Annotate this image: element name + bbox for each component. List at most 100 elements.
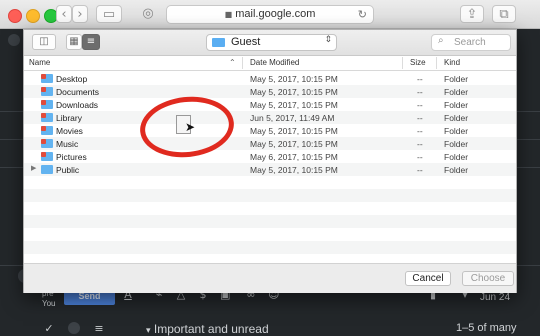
row-kind: Folder	[444, 100, 469, 110]
cancel-button[interactable]: Cancel	[405, 271, 451, 286]
sidebar-toggle-button[interactable]: ▭	[96, 5, 122, 23]
close-window-button[interactable]	[8, 9, 22, 23]
file-row-desktop[interactable]: Desktop May 5, 2017, 10:15 PM -- Folder	[24, 72, 516, 85]
shield-button[interactable]: ◎	[136, 5, 160, 23]
file-chooser-dialog: ◫ ▦ ≡ Guest ⇕ ⌕ Search Name ⌃ Date Modif…	[23, 29, 517, 293]
file-row-documents[interactable]: Documents May 5, 2017, 10:15 PM -- Folde…	[24, 85, 516, 98]
sidebar-icon: ◫	[39, 36, 49, 47]
row-kind: Folder	[444, 126, 469, 136]
folder-icon	[41, 152, 53, 161]
empty-row	[24, 202, 516, 215]
folder-icon	[41, 126, 53, 135]
search-icon: ⌕	[438, 35, 444, 46]
row-size: --	[417, 139, 423, 149]
checkbox-icon[interactable]: ✓	[44, 322, 54, 336]
column-separator[interactable]	[402, 57, 403, 69]
file-row-library[interactable]: Library Jun 5, 2017, 11:49 AM -- Folder	[24, 111, 516, 124]
row-date: May 5, 2017, 10:15 PM	[250, 139, 338, 149]
empty-row	[24, 176, 516, 189]
sidebar-view-button[interactable]: ◫	[32, 34, 56, 50]
row-date: May 5, 2017, 10:15 PM	[250, 100, 338, 110]
folder-icon	[41, 74, 53, 83]
dialog-footer: Cancel Choose	[24, 263, 516, 293]
sort-chevron-icon: ⌃	[229, 58, 236, 67]
message-count: 1–5 of many	[456, 322, 517, 334]
folder-icon	[41, 100, 53, 109]
column-separator[interactable]	[242, 57, 243, 69]
search-field[interactable]: ⌕ Search	[431, 34, 511, 51]
tabs-button[interactable]: ⧉	[492, 5, 516, 23]
address-text: mail.google.com	[235, 8, 316, 20]
back-button[interactable]: ‹	[56, 5, 72, 23]
tabs-icon: ⧉	[499, 7, 509, 22]
icon-view-button[interactable]: ▦	[66, 34, 82, 50]
row-date: Jun 5, 2017, 11:49 AM	[250, 113, 335, 123]
row-size: --	[417, 100, 423, 110]
row-kind: Folder	[444, 165, 469, 175]
file-row-public[interactable]: ▶ Public May 5, 2017, 10:15 PM -- Folder	[24, 163, 516, 176]
share-button[interactable]: ⇪	[460, 5, 484, 23]
column-header-name[interactable]: Name	[29, 58, 50, 67]
file-row-pictures[interactable]: Pictures May 6, 2017, 10:15 PM -- Folder	[24, 150, 516, 163]
row-name: Pictures	[56, 152, 87, 162]
row-name: Desktop	[56, 74, 88, 84]
disclosure-triangle-icon[interactable]: ▶	[31, 164, 36, 172]
empty-row	[24, 228, 516, 241]
column-header-size[interactable]: Size	[410, 58, 426, 67]
dialog-toolbar: ◫ ▦ ≡ Guest ⇕ ⌕ Search	[24, 30, 516, 56]
account-icon[interactable]	[68, 322, 80, 334]
row-name: Library	[56, 113, 82, 123]
updown-arrows-icon: ⇕	[324, 35, 332, 45]
row-name: Movies	[56, 126, 83, 136]
row-name: Public	[56, 165, 80, 175]
empty-row	[24, 189, 516, 202]
column-header-date[interactable]: Date Modified	[250, 58, 299, 67]
row-name: Downloads	[56, 100, 99, 110]
reload-icon[interactable]: ↻	[358, 6, 367, 23]
section-header[interactable]: ▾ Important and unread	[146, 322, 269, 336]
triangle-down-icon: ▾	[146, 326, 151, 336]
column-header-kind[interactable]: Kind	[444, 58, 460, 67]
empty-row	[24, 241, 516, 254]
folder-icon	[41, 87, 53, 96]
column-header-row: Name ⌃ Date Modified Size Kind	[24, 56, 516, 71]
column-separator[interactable]	[436, 57, 437, 69]
location-dropdown[interactable]: Guest ⇕	[206, 34, 337, 51]
sidebar-avatar	[8, 34, 20, 46]
row-date: May 6, 2017, 10:15 PM	[250, 152, 338, 162]
folder-icon	[41, 113, 53, 122]
sidebar-icon: ▭	[102, 7, 116, 22]
settings-icon[interactable]: ≡	[94, 322, 104, 336]
grid-icon: ▦	[69, 36, 79, 47]
location-label: Guest	[231, 36, 261, 48]
choose-button[interactable]: Choose	[462, 271, 514, 286]
file-row-movies[interactable]: Movies May 5, 2017, 10:15 PM -- Folder	[24, 124, 516, 137]
folder-icon	[41, 139, 53, 148]
row-date: May 5, 2017, 10:15 PM	[250, 165, 338, 175]
row-kind: Folder	[444, 139, 469, 149]
file-row-music[interactable]: Music May 5, 2017, 10:15 PM -- Folder	[24, 137, 516, 150]
row-size: --	[417, 152, 423, 162]
browser-toolbar: ‹ › ▭ ◎ ■ mail.google.com ↻ ⇪ ⧉	[0, 0, 540, 29]
row-name: Documents	[56, 87, 99, 97]
row-date: May 5, 2017, 10:15 PM	[250, 74, 338, 84]
forward-button[interactable]: ›	[72, 5, 88, 23]
row-size: --	[417, 87, 423, 97]
file-row-downloads[interactable]: Downloads May 5, 2017, 10:15 PM -- Folde…	[24, 98, 516, 111]
lock-icon: ■	[224, 10, 233, 19]
row-kind: Folder	[444, 74, 469, 84]
row-size: --	[417, 165, 423, 175]
mouse-pointer-icon: ➤	[185, 120, 196, 134]
list-view-button[interactable]: ≡	[82, 34, 100, 50]
row-name: Music	[56, 139, 79, 149]
address-bar[interactable]: ■ mail.google.com ↻	[166, 5, 374, 24]
row-size: --	[417, 126, 423, 136]
row-kind: Folder	[444, 152, 469, 162]
chevron-right-icon: ›	[77, 7, 83, 22]
row-kind: Folder	[444, 87, 469, 97]
list-icon: ≡	[86, 36, 96, 47]
minimize-window-button[interactable]	[26, 9, 40, 23]
chevron-left-icon: ‹	[61, 7, 67, 22]
folder-icon	[212, 38, 225, 47]
sender-you: You	[42, 299, 56, 308]
